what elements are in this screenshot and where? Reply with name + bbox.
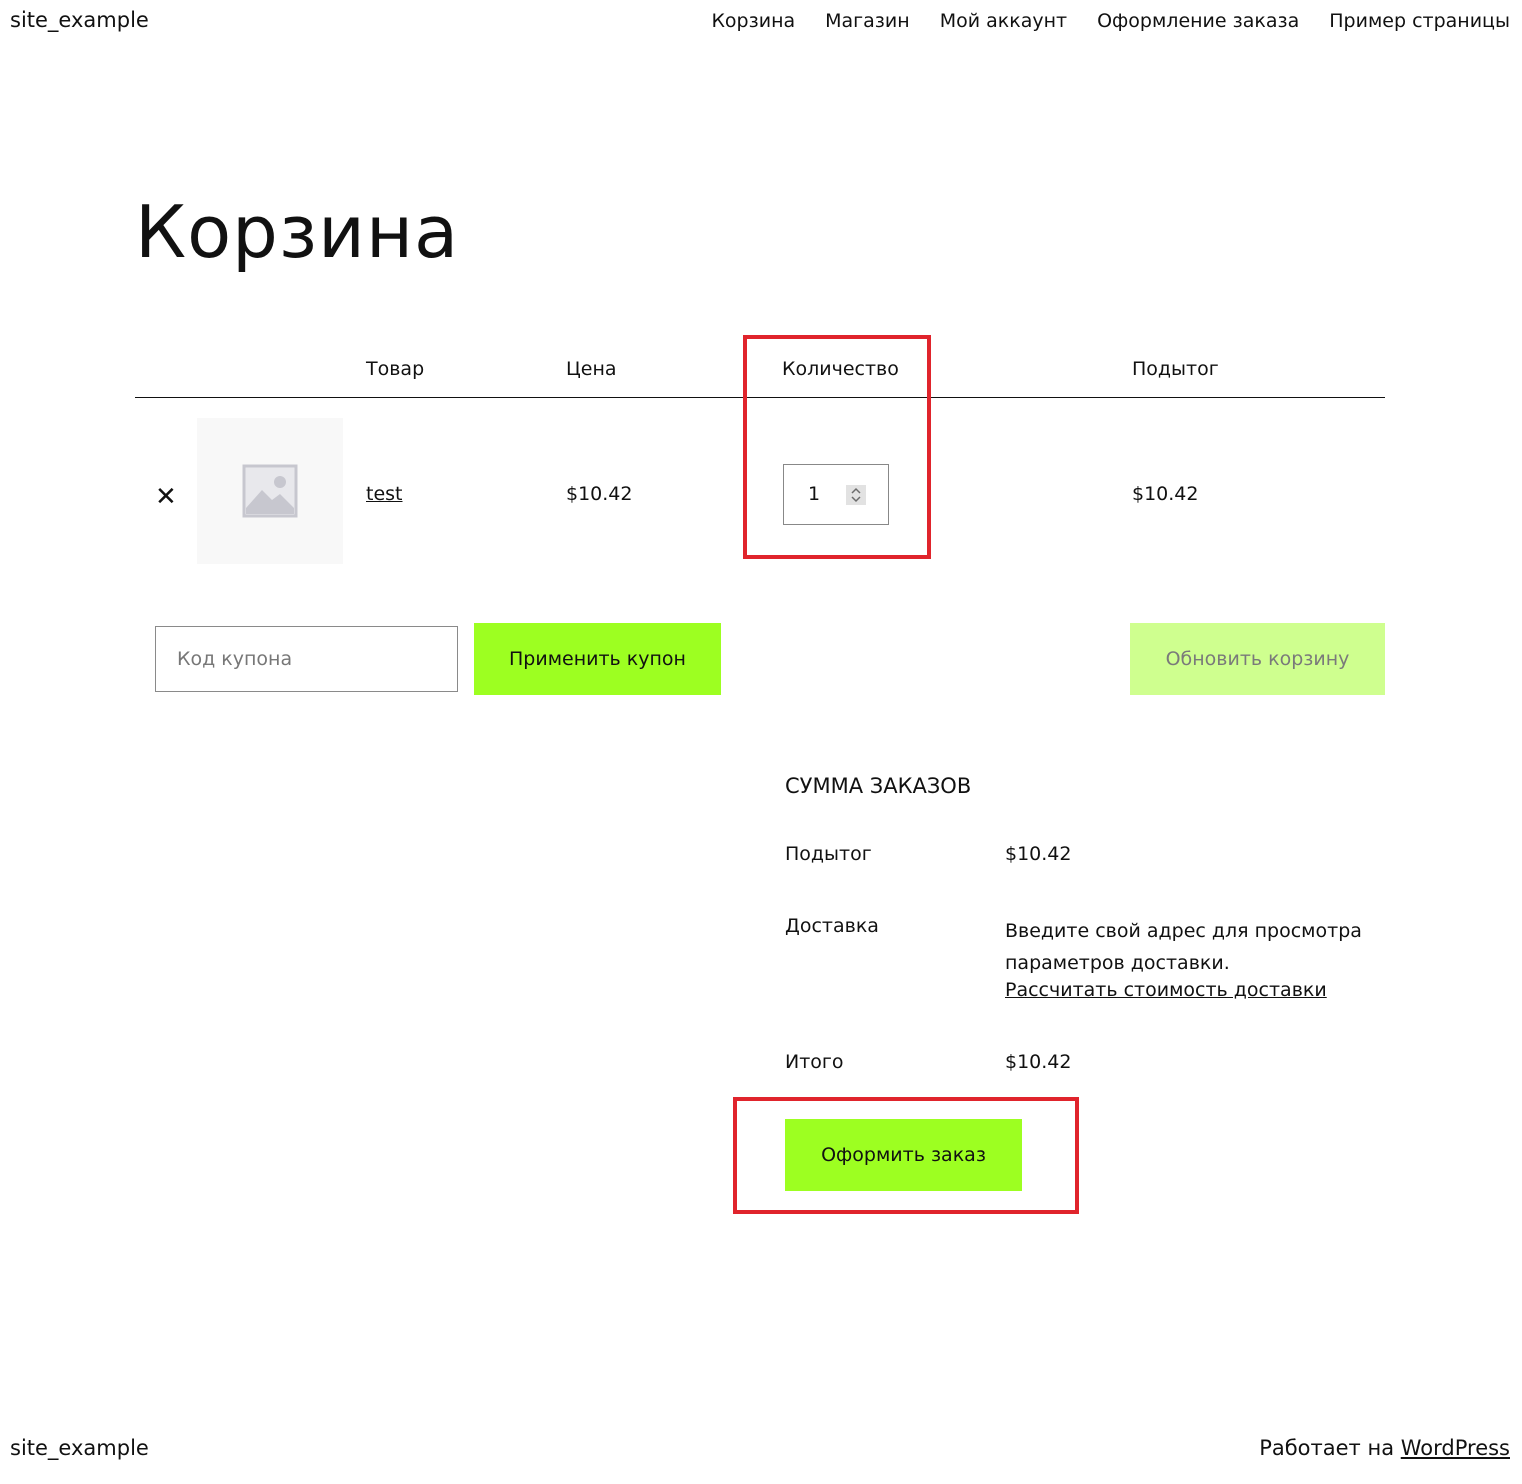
- total-label: Итого: [785, 1051, 844, 1073]
- product-name-link[interactable]: test: [366, 483, 403, 505]
- total-value: $10.42: [1005, 1051, 1072, 1073]
- nav-item-shop[interactable]: Магазин: [825, 10, 910, 32]
- column-header-product: Товар: [366, 358, 425, 380]
- product-thumbnail[interactable]: [197, 418, 343, 564]
- quantity-highlight-box: [743, 335, 931, 559]
- totals-subtotal-value: $10.42: [1005, 843, 1072, 865]
- cart-totals-title: СУММА ЗАКАЗОВ: [785, 774, 972, 798]
- apply-coupon-button[interactable]: Применить купон: [474, 623, 721, 695]
- update-cart-button[interactable]: Обновить корзину: [1130, 623, 1385, 695]
- coupon-code-input[interactable]: [155, 626, 458, 692]
- footer-credit: Работает на WordPress: [1259, 1436, 1510, 1460]
- footer-credit-text: Работает на: [1259, 1436, 1395, 1460]
- shipping-note: Введите свой адрес для просмотра парамет…: [1005, 920, 1362, 974]
- column-header-subtotal: Подытог: [1132, 358, 1219, 380]
- footer-site-title[interactable]: site_example: [10, 1436, 149, 1460]
- totals-subtotal-label: Подытог: [785, 843, 872, 865]
- nav-item-checkout[interactable]: Оформление заказа: [1097, 10, 1299, 32]
- nav-item-cart[interactable]: Корзина: [711, 10, 795, 32]
- nav-item-sample-page[interactable]: Пример страницы: [1329, 10, 1510, 32]
- main-nav: Корзина Магазин Мой аккаунт Оформление з…: [711, 10, 1510, 32]
- close-icon[interactable]: ✕: [155, 482, 177, 512]
- wordpress-link[interactable]: WordPress: [1401, 1436, 1510, 1460]
- calculate-shipping-link[interactable]: Рассчитать стоимость доставки: [1005, 979, 1327, 1001]
- checkout-highlight-box: [733, 1097, 1079, 1214]
- nav-item-account[interactable]: Мой аккаунт: [940, 10, 1067, 32]
- shipping-label: Доставка: [785, 915, 879, 937]
- site-title[interactable]: site_example: [10, 8, 149, 32]
- row-subtotal: $10.42: [1132, 483, 1199, 505]
- page-title: Корзина: [135, 190, 460, 274]
- product-price: $10.42: [566, 483, 633, 505]
- column-header-price: Цена: [566, 358, 617, 380]
- placeholder-image-icon: [242, 464, 298, 518]
